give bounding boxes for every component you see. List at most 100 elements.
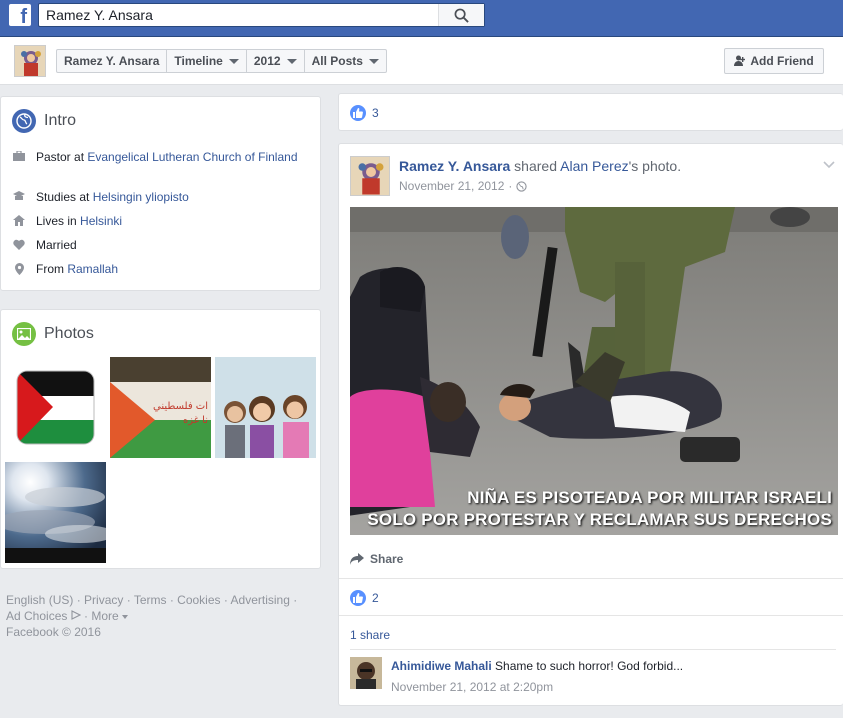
home-icon (12, 213, 26, 229)
post-timestamp[interactable]: November 21, 2012 (399, 179, 504, 193)
post-photo[interactable]: NIÑA ES PISOTEADA POR MILITAR ISRAELI SO… (350, 207, 838, 535)
crumb-label: 2012 (253, 54, 281, 68)
photo-caption-line-1: NIÑA ES PISOTEADA POR MILITAR ISRAELI (467, 488, 832, 507)
share-label: Share (370, 552, 404, 566)
from-link[interactable]: Ramallah (67, 262, 118, 276)
footer-links-row-1: English (US) · Privacy · Terms · Cookies… (6, 593, 298, 607)
previous-post-likes[interactable]: 3 (350, 105, 379, 121)
footer-link[interactable]: Ad Choices (6, 609, 67, 623)
chevron-down-icon (823, 161, 835, 169)
crumb-profile-name[interactable]: Ramez Y. Ansara (57, 50, 168, 72)
footer-links-row-2: Ad Choices · More (6, 608, 316, 624)
post-header: Ramez Y. Ansara shared Alan Perez's phot… (399, 158, 681, 174)
previous-post-likes-bar: 3 (338, 93, 843, 131)
chevron-down-icon (228, 58, 239, 64)
add-friend-icon (734, 55, 746, 66)
photo-thumbnail[interactable] (5, 357, 106, 458)
chevron-down-icon (368, 58, 379, 64)
share-count-link[interactable]: 1 share (350, 628, 390, 642)
footer-link[interactable]: Terms (134, 593, 167, 607)
photo-caption-line-2: SOLO POR PROTESTAR Y RECLAMAR SUS DERECH… (367, 510, 832, 529)
post-date-row: November 21, 2012 · (399, 179, 528, 193)
like-count: 2 (372, 591, 379, 605)
page-footer: English (US) · Privacy · Terms · Cookies… (6, 592, 316, 640)
intro-from-text: From Ramallah (36, 261, 118, 277)
post-author-link[interactable]: Ramez Y. Ansara (399, 158, 510, 174)
facebook-logo-icon[interactable]: f (9, 4, 31, 26)
like-icon (350, 105, 366, 121)
photos-title: Photos (44, 325, 94, 342)
chevron-down-icon (121, 614, 128, 619)
photos-card: Photos ات فلسطيني نا غزه (0, 309, 321, 569)
intro-title: Intro (44, 112, 77, 129)
share-button[interactable]: Share (350, 552, 403, 566)
footer-link[interactable]: Cookies (177, 593, 220, 607)
post-author-avatar[interactable] (350, 156, 390, 196)
post-photo-image (350, 207, 838, 535)
intro-work-text: Pastor at Evangelical Lutheran Church of… (36, 149, 298, 165)
footer-link[interactable]: English (US) (6, 593, 73, 607)
svg-text:نا غزه: نا غزه (183, 415, 208, 426)
chevron-down-icon (286, 58, 297, 64)
heart-icon (12, 237, 26, 253)
study-link[interactable]: Helsingin yliopisto (93, 190, 189, 204)
divider (350, 649, 836, 650)
intro-from: From Ramallah (12, 261, 302, 277)
photos-icon (12, 322, 36, 346)
photo-thumbnail[interactable]: ات فلسطيني نا غزه (110, 357, 211, 458)
commenter-name-link[interactable]: Ahimidiwe Mahali (391, 659, 492, 673)
search-button[interactable] (438, 4, 484, 26)
intro-relationship-text: Married (36, 238, 77, 252)
post-card: Ramez Y. Ansara shared Alan Perez's phot… (338, 143, 843, 706)
add-friend-label: Add Friend (750, 54, 814, 68)
separator-dot: · (508, 179, 513, 193)
intro-study-text: Studies at Helsingin yliopisto (36, 189, 189, 205)
intro-study-prefix: Studies at (36, 190, 93, 204)
intro-work: Pastor at Evangelical Lutheran Church of… (12, 149, 302, 165)
footer-link[interactable]: Advertising (231, 593, 290, 607)
globe-icon[interactable] (516, 180, 528, 192)
comment-timestamp[interactable]: November 21, 2012 at 2:20pm (391, 680, 553, 694)
like-icon (350, 590, 366, 606)
crumb-post-filter[interactable]: All Posts (305, 50, 386, 72)
work-link[interactable]: Evangelical Lutheran Church of Finland (87, 150, 297, 164)
post-options-button[interactable] (823, 158, 835, 172)
globe-icon (12, 109, 36, 133)
photo-thumbnail[interactable] (215, 357, 316, 458)
post-likes[interactable]: 2 (350, 590, 379, 606)
intro-work-prefix: Pastor at (36, 150, 88, 164)
crumb-year[interactable]: 2012 (247, 50, 305, 72)
commenter-avatar[interactable] (350, 657, 382, 689)
photo-thumbnail[interactable] (5, 462, 106, 563)
breadcrumb: Ramez Y. Ansara Timeline 2012 All Posts (56, 49, 387, 73)
location-pin-icon (12, 261, 26, 277)
post-action: shared (510, 158, 561, 174)
footer-link[interactable]: More (91, 609, 118, 623)
intro-relationship: Married (12, 237, 302, 253)
intro-from-prefix: From (36, 262, 68, 276)
search-input[interactable] (39, 4, 439, 26)
intro-lives: Lives in Helsinki (12, 213, 302, 229)
search-icon (454, 8, 469, 23)
top-bar: f (0, 0, 843, 37)
photos-header: Photos (12, 322, 94, 346)
crumb-timeline[interactable]: Timeline (167, 50, 247, 72)
crumb-label: All Posts (311, 54, 363, 68)
intro-lives-prefix: Lives in (36, 214, 81, 228)
like-count: 3 (372, 106, 379, 120)
briefcase-icon (12, 149, 26, 165)
crumb-label: Ramez Y. Ansara (64, 54, 160, 68)
footer-link[interactable]: Privacy (84, 593, 123, 607)
intro-card: Intro Pastor at Evangelical Lutheran Chu… (0, 96, 321, 291)
lives-link[interactable]: Helsinki (80, 214, 122, 228)
timeline-nav-strip: Ramez Y. Ansara Timeline 2012 All Posts … (0, 37, 843, 85)
add-friend-button[interactable]: Add Friend (724, 48, 824, 74)
copyright: Facebook © 2016 (6, 625, 101, 639)
search-box (38, 3, 485, 27)
comment-text: Shame to such horror! God forbid... (495, 659, 684, 673)
profile-avatar[interactable] (14, 45, 46, 77)
svg-text:ات فلسطيني: ات فلسطيني (153, 401, 208, 412)
post-source-link[interactable]: Alan Perez (560, 158, 628, 174)
divider (339, 578, 843, 579)
intro-header: Intro (12, 109, 76, 133)
